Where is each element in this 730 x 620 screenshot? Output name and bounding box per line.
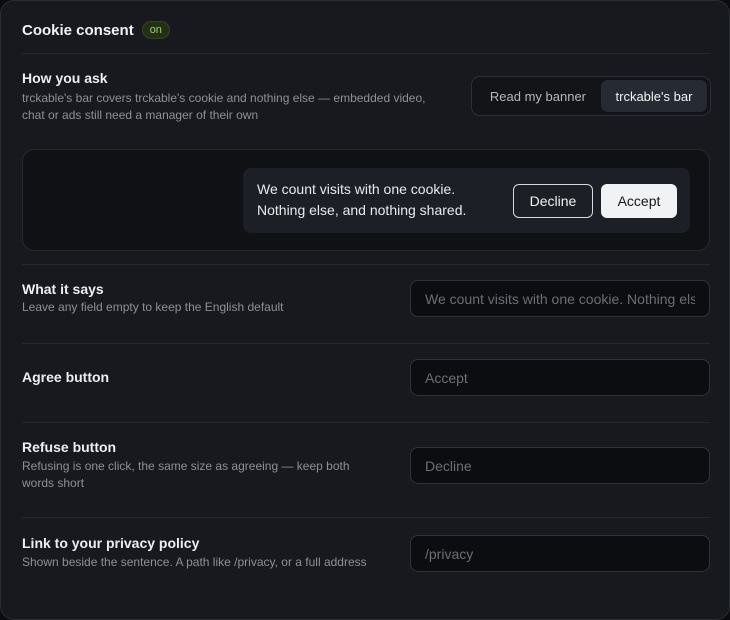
help-line: Refusing is one click, the same size as … <box>22 459 350 473</box>
divider <box>22 343 710 344</box>
refuse-button-input[interactable] <box>410 447 710 484</box>
preview-accept-button[interactable]: Accept <box>601 184 677 218</box>
option-read-my-banner[interactable]: Read my banner <box>475 80 601 112</box>
banner-mode-toggle: Read my banner trckable's bar <box>471 76 711 116</box>
privacy-link-input[interactable] <box>410 535 710 572</box>
help-line: trckable's bar covers trckable's cookie … <box>22 91 426 105</box>
divider <box>22 517 710 518</box>
cookie-bar-text-line: Nothing else, and nothing shared. <box>257 202 467 218</box>
privacy-link-label: Link to your privacy policy <box>22 535 200 551</box>
panel-title: Cookie consent <box>22 21 134 39</box>
divider <box>22 264 710 265</box>
cookie-bar-text-line: We count visits with one cookie. <box>257 181 456 197</box>
divider <box>22 53 710 54</box>
what-it-says-label: What it says <box>22 281 104 297</box>
cookie-consent-panel: Cookie consent on How you ask trckable's… <box>0 0 730 620</box>
divider <box>22 422 710 423</box>
what-it-says-help: Leave any field empty to keep the Englis… <box>22 300 284 314</box>
cookie-bar-text: We count visits with one cookie. Nothing… <box>257 179 466 221</box>
refuse-button-help: Refusing is one click, the same size as … <box>22 458 350 492</box>
agree-button-label: Agree button <box>22 369 110 385</box>
privacy-link-help: Shown beside the sentence. A path like /… <box>22 555 367 569</box>
help-line: chat or ads still need a manager of thei… <box>22 108 259 122</box>
help-line: words short <box>22 476 85 490</box>
agree-button-input[interactable] <box>410 359 710 396</box>
status-badge: on <box>141 21 170 39</box>
panel-header: Cookie consent on <box>22 21 170 39</box>
how-you-ask-label: How you ask <box>22 70 108 86</box>
preview-decline-button[interactable]: Decline <box>513 184 593 218</box>
option-trckable-bar[interactable]: trckable's bar <box>600 80 707 112</box>
message-text-input[interactable] <box>410 280 710 317</box>
how-you-ask-help: trckable's bar covers trckable's cookie … <box>22 90 425 124</box>
refuse-button-label: Refuse button <box>22 439 117 455</box>
